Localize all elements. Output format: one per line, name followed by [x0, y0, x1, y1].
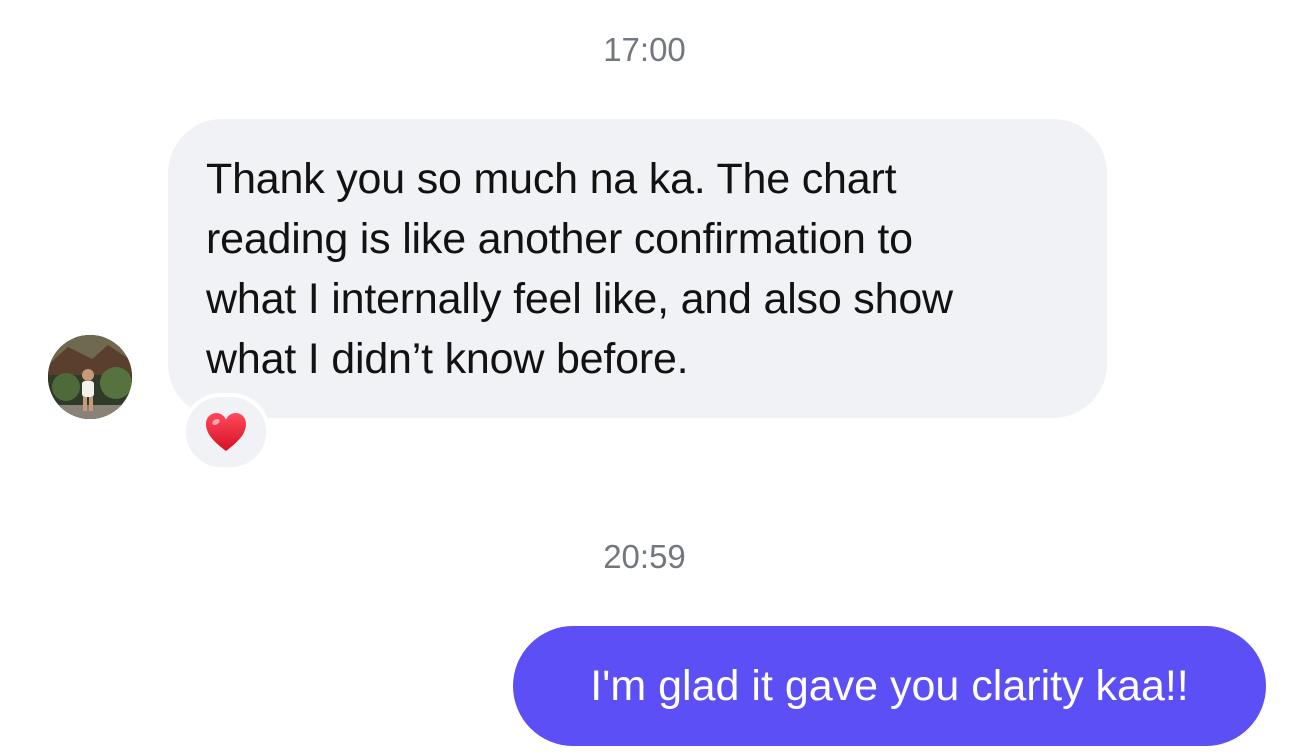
heart-icon	[206, 413, 246, 451]
avatar[interactable]	[48, 335, 132, 419]
message-line: reading is like another confirmation to	[206, 215, 913, 263]
timestamp: 17:00	[603, 31, 686, 68]
message-line: Thank you so much na ka. The chart	[206, 155, 897, 203]
message-text: I'm glad it gave you clarity kaa!!	[590, 662, 1189, 710]
message-line: what I internally feel like, and also sh…	[206, 275, 953, 323]
incoming-message[interactable]: Thank you so much na ka. The chart readi…	[168, 119, 1107, 418]
profile-photo	[48, 335, 132, 419]
reaction-badge[interactable]	[182, 393, 270, 471]
message-line: what I didn’t know before.	[206, 335, 689, 383]
outgoing-message[interactable]: I'm glad it gave you clarity kaa!!	[513, 626, 1266, 746]
timestamp: 20:59	[603, 538, 686, 575]
